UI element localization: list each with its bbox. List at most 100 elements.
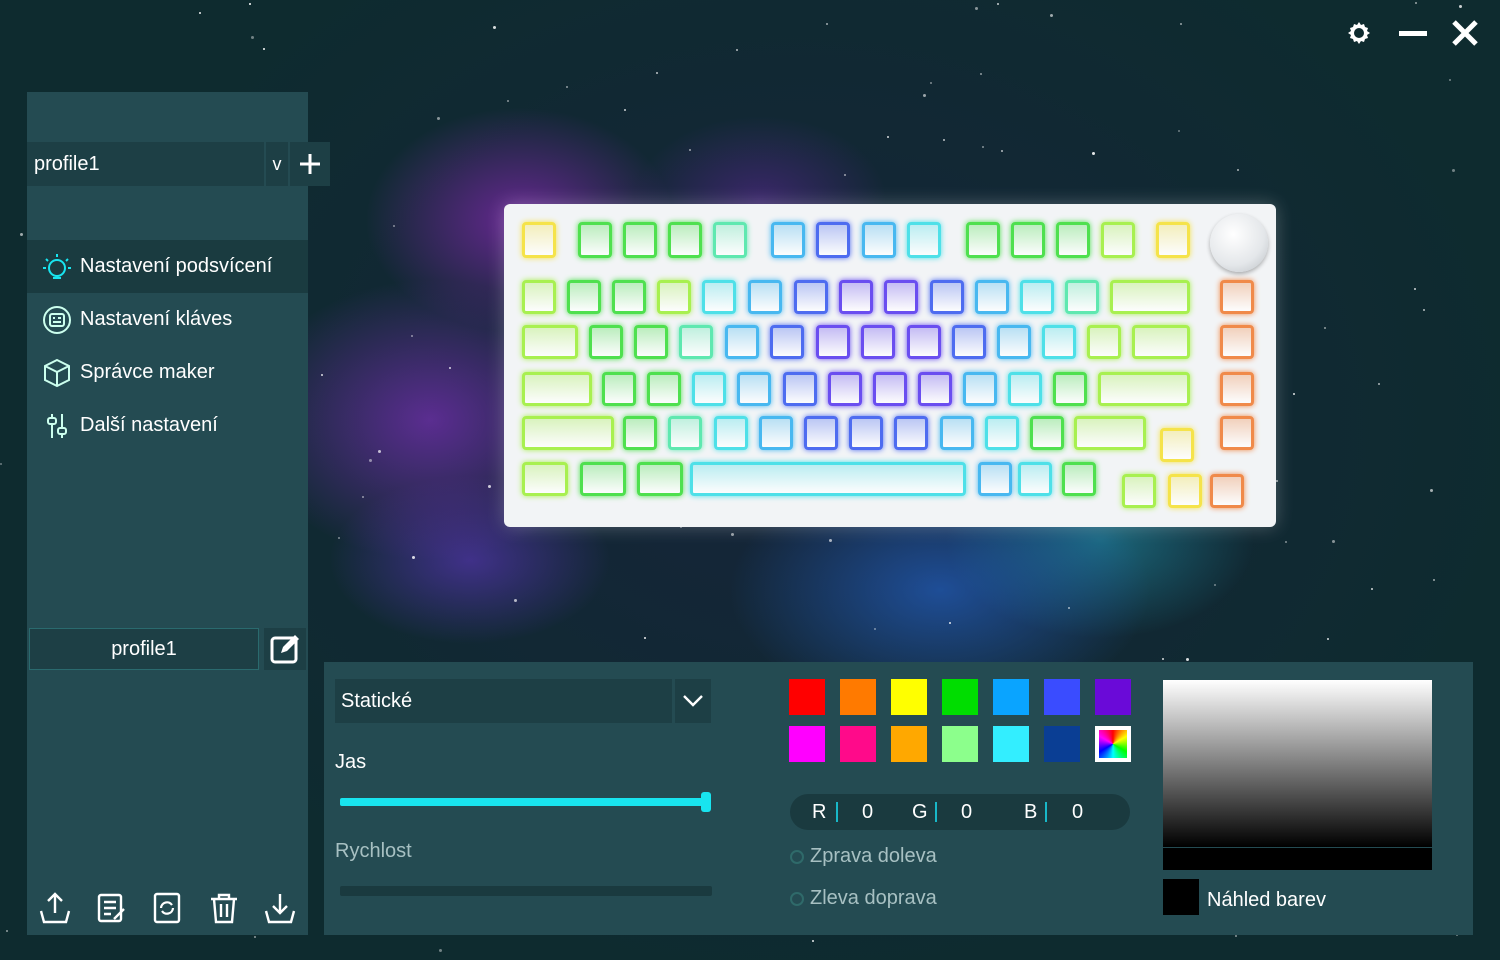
- color-picker-area[interactable]: [1163, 680, 1432, 847]
- key[interactable]: [1110, 280, 1190, 314]
- color-swatch[interactable]: [840, 679, 876, 715]
- key[interactable]: [771, 222, 805, 258]
- import-button[interactable]: [35, 888, 75, 928]
- key[interactable]: [679, 325, 713, 359]
- r-value-input[interactable]: 0: [862, 801, 873, 824]
- key[interactable]: [861, 325, 895, 359]
- g-value-input[interactable]: 0: [961, 801, 972, 824]
- key[interactable]: [1042, 325, 1076, 359]
- key[interactable]: [794, 280, 828, 314]
- key[interactable]: [930, 280, 964, 314]
- key[interactable]: [522, 280, 556, 314]
- key[interactable]: [748, 280, 782, 314]
- nav-item-other[interactable]: Další nastavení: [27, 399, 308, 452]
- minimize-icon[interactable]: [1396, 16, 1430, 50]
- key[interactable]: [668, 416, 702, 450]
- volume-knob[interactable]: [1210, 214, 1268, 272]
- direction-left-right-option[interactable]: Zleva doprava: [790, 887, 937, 910]
- b-value-input[interactable]: 0: [1072, 801, 1083, 824]
- key[interactable]: [884, 280, 918, 314]
- key[interactable]: [690, 462, 966, 496]
- key[interactable]: [522, 325, 578, 359]
- key[interactable]: [522, 372, 592, 406]
- add-profile-button[interactable]: [290, 142, 330, 186]
- key[interactable]: [966, 222, 1000, 258]
- key[interactable]: [522, 222, 556, 258]
- color-swatch[interactable]: [789, 679, 825, 715]
- key[interactable]: [589, 325, 623, 359]
- color-swatch[interactable]: [993, 726, 1029, 762]
- key[interactable]: [578, 222, 612, 258]
- key[interactable]: [783, 372, 817, 406]
- key[interactable]: [1220, 372, 1254, 406]
- key[interactable]: [816, 325, 850, 359]
- key[interactable]: [1030, 416, 1064, 450]
- key[interactable]: [1220, 325, 1254, 359]
- key[interactable]: [894, 416, 928, 450]
- color-swatch[interactable]: [789, 726, 825, 762]
- key[interactable]: [702, 280, 736, 314]
- key[interactable]: [1053, 372, 1087, 406]
- arrow-key[interactable]: [1210, 474, 1244, 508]
- key[interactable]: [828, 372, 862, 406]
- key[interactable]: [963, 372, 997, 406]
- nav-item-keys[interactable]: Nastavení kláves: [27, 293, 308, 346]
- key[interactable]: [1156, 222, 1190, 258]
- key[interactable]: [940, 416, 974, 450]
- key[interactable]: [975, 280, 1009, 314]
- key[interactable]: [1008, 372, 1042, 406]
- key[interactable]: [839, 280, 873, 314]
- profile-name-field[interactable]: profile1: [29, 628, 259, 670]
- direction-right-left-option[interactable]: Zprava doleva: [790, 845, 937, 868]
- key[interactable]: [637, 462, 683, 496]
- key[interactable]: [580, 462, 626, 496]
- key[interactable]: [522, 462, 568, 496]
- key[interactable]: [997, 325, 1031, 359]
- key[interactable]: [1020, 280, 1054, 314]
- rainbow-swatch[interactable]: [1095, 726, 1131, 762]
- brightness-slider-thumb[interactable]: [701, 792, 711, 812]
- color-swatch[interactable]: [993, 679, 1029, 715]
- key[interactable]: [612, 280, 646, 314]
- arrow-key[interactable]: [1122, 474, 1156, 508]
- color-swatch[interactable]: [1095, 679, 1131, 715]
- speed-slider[interactable]: [340, 886, 712, 896]
- close-icon[interactable]: [1448, 16, 1482, 50]
- settings-gear-icon[interactable]: [1342, 16, 1376, 50]
- key[interactable]: [1062, 462, 1096, 496]
- key[interactable]: [634, 325, 668, 359]
- color-swatch[interactable]: [942, 679, 978, 715]
- key[interactable]: [804, 416, 838, 450]
- key[interactable]: [1220, 280, 1254, 314]
- brightness-slider[interactable]: [340, 798, 708, 806]
- arrow-key[interactable]: [1160, 428, 1194, 462]
- key[interactable]: [759, 416, 793, 450]
- key[interactable]: [714, 416, 748, 450]
- key[interactable]: [1098, 372, 1190, 406]
- key[interactable]: [862, 222, 896, 258]
- hue-slider[interactable]: [1163, 848, 1432, 870]
- key[interactable]: [873, 372, 907, 406]
- key[interactable]: [1101, 222, 1135, 258]
- key[interactable]: [602, 372, 636, 406]
- key[interactable]: [1056, 222, 1090, 258]
- key[interactable]: [918, 372, 952, 406]
- key[interactable]: [1220, 416, 1254, 450]
- nav-item-macros[interactable]: Správce maker: [27, 346, 308, 399]
- color-swatch[interactable]: [840, 726, 876, 762]
- profile-dropdown-toggle[interactable]: v: [266, 142, 288, 186]
- delete-button[interactable]: [204, 888, 244, 928]
- key[interactable]: [907, 325, 941, 359]
- key[interactable]: [522, 416, 614, 450]
- arrow-key[interactable]: [1168, 474, 1202, 508]
- key[interactable]: [1065, 280, 1099, 314]
- key[interactable]: [647, 372, 681, 406]
- lighting-mode-toggle[interactable]: [675, 679, 711, 723]
- color-swatch[interactable]: [1044, 726, 1080, 762]
- key[interactable]: [713, 222, 747, 258]
- key[interactable]: [770, 325, 804, 359]
- export-button[interactable]: [260, 888, 300, 928]
- key[interactable]: [692, 372, 726, 406]
- profile-dropdown[interactable]: profile1: [27, 142, 264, 186]
- key[interactable]: [849, 416, 883, 450]
